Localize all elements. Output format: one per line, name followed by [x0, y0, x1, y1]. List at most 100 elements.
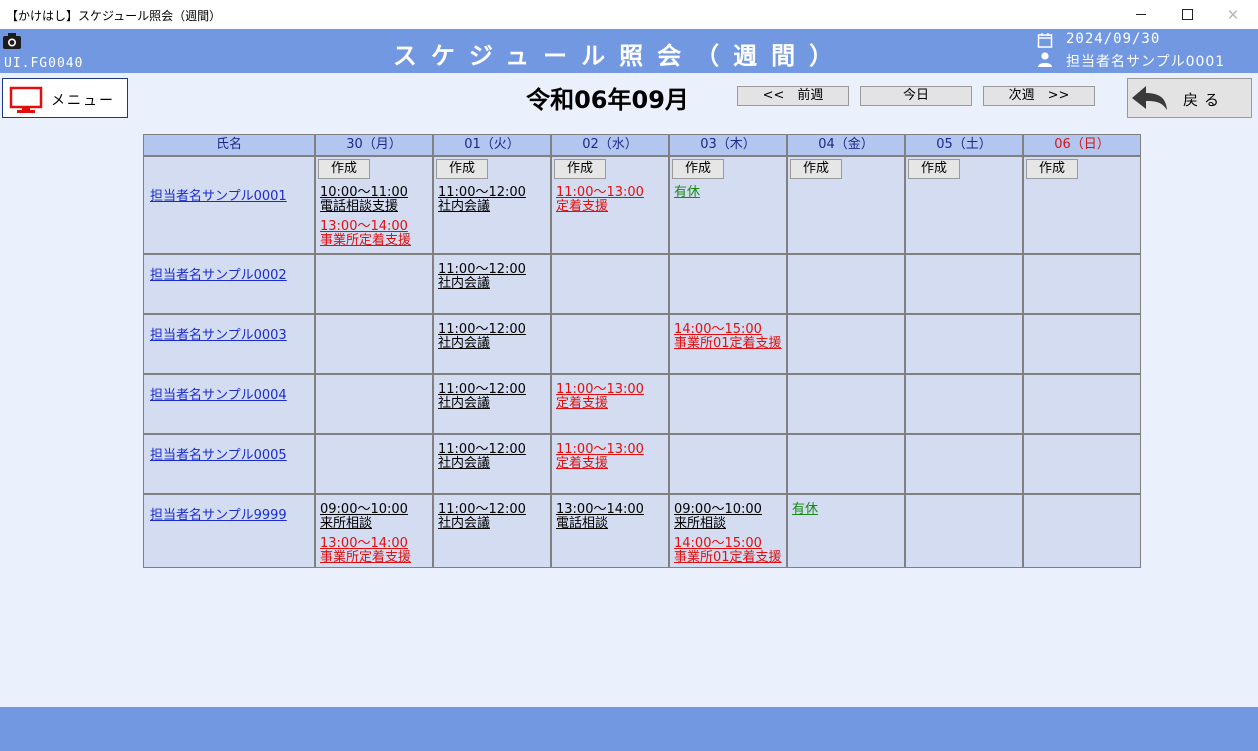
- today-button[interactable]: 今日: [860, 86, 972, 106]
- back-arrow-icon: [1132, 86, 1167, 110]
- maximize-button[interactable]: [1164, 0, 1210, 29]
- schedule-cell: [1023, 494, 1141, 568]
- entry-title: 事業所定着支援: [320, 550, 412, 565]
- schedule-entry[interactable]: 11:00～12:00 社内会議: [438, 503, 526, 531]
- next-week-button[interactable]: 次週 >>: [983, 86, 1095, 106]
- schedule-entry[interactable]: 14:00～15:00 事業所01定着支援: [674, 323, 782, 351]
- schedule-cell: 作成: [905, 156, 1023, 254]
- column-header-day: 05（土）: [905, 134, 1023, 156]
- screen-id: UI.FG0040: [4, 56, 84, 71]
- maximize-icon: [1181, 9, 1193, 20]
- schedule-cell: [1023, 254, 1141, 314]
- menu-button-label: メニュー: [51, 93, 115, 109]
- entry-time: 09:00～10:00: [320, 502, 408, 517]
- menu-button[interactable]: メニュー: [2, 78, 128, 118]
- entry-time: 13:00～14:00: [320, 536, 408, 551]
- column-header-day: 30（月）: [315, 134, 433, 156]
- entry-title: 有休: [674, 185, 701, 200]
- close-button[interactable]: ✕: [1210, 0, 1256, 29]
- prev-week-button[interactable]: << 前週: [737, 86, 849, 106]
- schedule-cell: 作成 11:00～12:00 社内会議: [433, 156, 551, 254]
- entry-time: 14:00～15:00: [674, 536, 762, 551]
- schedule-entry[interactable]: 13:00～14:00 事業所定着支援: [320, 537, 411, 565]
- schedule-entry[interactable]: 11:00～13:00 定着支援: [556, 383, 644, 411]
- schedule-cell: [787, 374, 905, 434]
- schedule-entry[interactable]: 09:00～10:00 来所相談: [320, 503, 408, 531]
- entry-title: 社内会議: [438, 336, 491, 351]
- schedule-entry[interactable]: 11:00～13:00 定着支援: [556, 443, 644, 471]
- name-cell: 担当者名サンプル0002: [143, 254, 315, 314]
- schedule-cell: [669, 434, 787, 494]
- entry-title: 社内会議: [438, 199, 491, 214]
- schedule-entry[interactable]: 13:00～14:00 事業所定着支援: [320, 220, 411, 248]
- entry-title: 社内会議: [438, 396, 491, 411]
- column-header-day: 01（火）: [433, 134, 551, 156]
- schedule-entry[interactable]: 14:00～15:00 事業所01定着支援: [674, 537, 782, 565]
- schedule-entry[interactable]: 有休: [792, 503, 818, 517]
- schedule-cell: [669, 374, 787, 434]
- schedule-cell: [551, 314, 669, 374]
- schedule-cell: [1023, 314, 1141, 374]
- schedule-cell: [787, 254, 905, 314]
- entry-time: 13:00～14:00: [556, 502, 644, 517]
- schedule-entry[interactable]: 13:00～14:00 電話相談: [556, 503, 644, 531]
- schedule-entry[interactable]: 11:00～12:00 社内会議: [438, 263, 526, 291]
- entry-time: 10:00～11:00: [320, 185, 408, 200]
- schedule-cell: [1023, 374, 1141, 434]
- schedule-cell: [905, 314, 1023, 374]
- schedule-cell: 11:00～12:00 社内会議: [433, 314, 551, 374]
- schedule-cell: 09:00～10:00 来所相談 14:00～15:00 事業所01定着支援: [669, 494, 787, 568]
- schedule-cell: [905, 374, 1023, 434]
- entry-time: 11:00～12:00: [438, 382, 526, 397]
- entry-time: 11:00～12:00: [438, 502, 526, 517]
- column-header-day: 03（木）: [669, 134, 787, 156]
- name-cell: 担当者名サンプル0003: [143, 314, 315, 374]
- schedule-entry[interactable]: 11:00～12:00 社内会議: [438, 186, 526, 214]
- staff-name-link[interactable]: 担当者名サンプル0004: [150, 384, 287, 403]
- entry-title: 来所相談: [320, 516, 373, 531]
- schedule-entry[interactable]: 11:00～12:00 社内会議: [438, 383, 526, 411]
- staff-name-link[interactable]: 担当者名サンプル0003: [150, 324, 287, 343]
- schedule-entry[interactable]: 11:00～12:00 社内会議: [438, 323, 526, 351]
- close-icon: ✕: [1226, 5, 1240, 24]
- staff-name-link[interactable]: 担当者名サンプル0001: [150, 185, 287, 204]
- schedule-cell: 作成 11:00～13:00 定着支援: [551, 156, 669, 254]
- schedule-cell: 14:00～15:00 事業所01定着支援: [669, 314, 787, 374]
- entry-time: 11:00～13:00: [556, 382, 644, 397]
- schedule-cell: 09:00～10:00 来所相談 13:00～14:00 事業所定着支援: [315, 494, 433, 568]
- staff-name-link[interactable]: 担当者名サンプル0002: [150, 264, 287, 283]
- schedule-cell: 11:00～13:00 定着支援: [551, 374, 669, 434]
- schedule-cell: [551, 254, 669, 314]
- create-button[interactable]: 作成: [790, 159, 842, 179]
- schedule-entry[interactable]: 11:00～12:00 社内会議: [438, 443, 526, 471]
- create-button[interactable]: 作成: [318, 159, 370, 179]
- staff-name-link[interactable]: 担当者名サンプル9999: [150, 504, 287, 523]
- create-button[interactable]: 作成: [672, 159, 724, 179]
- entry-time: 11:00～12:00: [438, 322, 526, 337]
- window-title: 【かけはし】スケジュール照会（週間）: [6, 9, 222, 23]
- create-button[interactable]: 作成: [436, 159, 488, 179]
- back-button[interactable]: 戻る: [1127, 78, 1252, 118]
- schedule-cell: 11:00～12:00 社内会議: [433, 434, 551, 494]
- minimize-button[interactable]: [1118, 0, 1164, 29]
- schedule-cell: [315, 374, 433, 434]
- create-button[interactable]: 作成: [1026, 159, 1078, 179]
- column-header-day: 04（金）: [787, 134, 905, 156]
- schedule-cell: [905, 434, 1023, 494]
- schedule-entry[interactable]: 09:00～10:00 来所相談: [674, 503, 762, 531]
- staff-name-link[interactable]: 担当者名サンプル0005: [150, 444, 287, 463]
- schedule-entry[interactable]: 10:00～11:00 電話相談支援: [320, 186, 408, 214]
- entry-time: 14:00～15:00: [674, 322, 762, 337]
- schedule-cell: [315, 434, 433, 494]
- camera-icon[interactable]: [3, 33, 21, 49]
- schedule-entry[interactable]: 有休: [674, 186, 700, 200]
- entry-time: 11:00～13:00: [556, 442, 644, 457]
- column-header-name: 氏名: [143, 134, 315, 156]
- column-header-day: 02（水）: [551, 134, 669, 156]
- entry-title: 事業所01定着支援: [674, 550, 782, 565]
- create-button[interactable]: 作成: [908, 159, 960, 179]
- schedule-cell: 作成: [1023, 156, 1141, 254]
- schedule-cell: 作成 10:00～11:00 電話相談支援 13:00～14:00 事業所定着支援: [315, 156, 433, 254]
- create-button[interactable]: 作成: [554, 159, 606, 179]
- schedule-entry[interactable]: 11:00～13:00 定着支援: [556, 186, 644, 214]
